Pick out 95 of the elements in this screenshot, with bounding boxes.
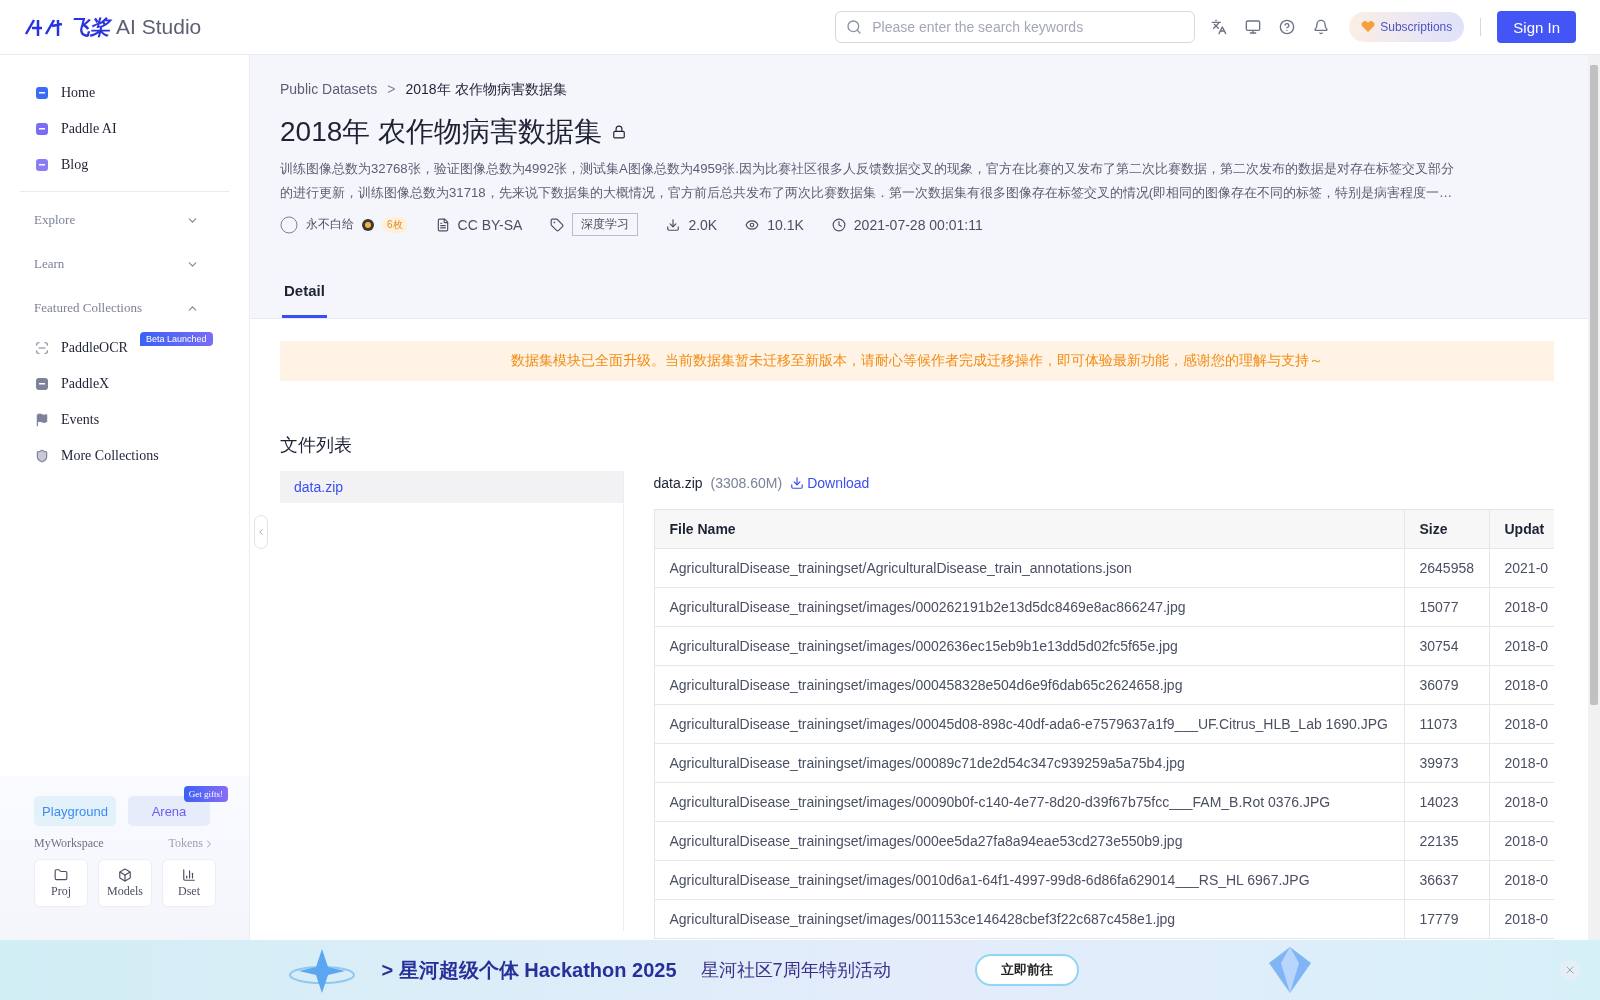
subscriptions-button[interactable]: Subscriptions	[1349, 12, 1465, 42]
table-cell: AgriculturalDisease_trainingset/images/000262191b2e13d5dc8469e8ac866247.jpg	[654, 587, 1404, 627]
view-count: 10.1K	[767, 216, 804, 233]
cube-icon	[118, 867, 132, 882]
banner-headline: > 星河超级个体 Hackathon 2025	[381, 957, 677, 983]
view-icon	[745, 217, 760, 232]
file-item[interactable]: data.zip	[280, 471, 623, 503]
collapse-handle[interactable]	[254, 515, 268, 549]
table-cell: AgriculturalDisease_trainingset/images/000ee5da27fa8a94eae53cd273e550b9.jpg	[654, 821, 1404, 861]
sidebar-item[interactable]: Events	[20, 402, 229, 438]
table-cell: 2018-0	[1489, 626, 1554, 666]
table-cell: AgriculturalDisease_trainingset/AgriculturalDisease_train_annotations.json	[654, 548, 1404, 588]
folder-icon	[54, 867, 68, 882]
sidebar-item[interactable]: Home	[20, 75, 229, 111]
sign-in-button[interactable]: Sign In	[1497, 11, 1576, 43]
table-cell: 36637	[1404, 860, 1489, 900]
description-line: 的进行更新，训练图像总数为31718，先来说下数据集的大概情况，官方前后总共发布了两次比赛数据集．第一次数据集有很多图像存在标签交叉的情况(即相同的图像存在不同的标签，特别是病害程度一…	[280, 184, 1454, 202]
table-cell: 2018-0	[1489, 899, 1554, 939]
section-header[interactable]: Featured Collections	[20, 286, 229, 330]
lock-icon	[612, 125, 627, 139]
download-icon	[666, 217, 681, 232]
banner-button[interactable]: 立即前往	[974, 954, 1079, 986]
flag-icon	[35, 413, 49, 427]
banner-subline: 星河社区7周年特别活动	[700, 959, 891, 982]
author-name[interactable]: 永不白给	[306, 216, 354, 233]
column-header: File Name	[654, 509, 1404, 549]
table-cell: 2018-0	[1489, 860, 1554, 900]
avatar-icon	[280, 215, 298, 234]
clock-icon	[831, 217, 846, 232]
section-header[interactable]: Explore	[20, 198, 229, 242]
table-cell: 2018-0	[1489, 587, 1554, 627]
date-text: 2021-07-28 00:01:11	[853, 216, 983, 233]
column-header: Size	[1404, 509, 1489, 549]
table-cell: AgriculturalDisease_trainingset/images/00045d08-898c-40df-ada6-e7579637a1f9___UF.Citrus_HLB_Lab 1690.JPG	[654, 704, 1404, 744]
table-cell: 2018-0	[1489, 665, 1554, 705]
table-cell: 2018-0	[1489, 821, 1554, 861]
workspace-title: MyWorkspace	[34, 836, 104, 851]
medal-badge: 6枚	[382, 216, 408, 233]
tag-label: 深度学习	[572, 213, 639, 236]
tag-icon	[550, 217, 565, 232]
workspace-card[interactable]: Models	[98, 859, 152, 907]
table-cell: 2018-0	[1489, 743, 1554, 783]
table-cell: 22135	[1404, 821, 1489, 861]
table-cell: 11073	[1404, 704, 1489, 744]
scrollbar-thumb[interactable]	[1590, 65, 1598, 705]
file-size: (3308.60M)	[710, 475, 783, 491]
table-cell: AgriculturalDisease_trainingset/images/00089c71de2d54c347c939259a5a75b4.jpg	[654, 743, 1404, 783]
table-cell: 36079	[1404, 665, 1489, 705]
table-cell: AgriculturalDisease_trainingset/images/00090b0f-c140-4e77-8d20-d39f67b75fcc___FAM_B.Rot 0376.JPG	[654, 782, 1404, 822]
file-name: data.zip	[653, 475, 703, 491]
table-cell: 2021-0	[1489, 548, 1554, 588]
breadcrumb-current: 2018年 农作物病害数据集	[405, 81, 567, 99]
dataset-title: 2018年 农作物病害数据集	[280, 115, 603, 149]
workspace-card[interactable]: Proj	[34, 859, 88, 907]
scan-icon	[35, 341, 49, 355]
logo-text: AI Studio	[116, 15, 202, 39]
table-cell: 15077	[1404, 587, 1489, 627]
sidebar-item[interactable]: PaddleX	[20, 366, 229, 402]
table-cell: 2018-0	[1489, 782, 1554, 822]
license-text: CC BY-SA	[457, 216, 523, 233]
sidebar-item[interactable]: Paddle AI	[20, 111, 229, 147]
beta-badge: Beta Launched	[140, 332, 213, 346]
table-cell: 2645958	[1404, 548, 1489, 588]
section-title: 文件列表	[280, 434, 353, 457]
search-icon	[846, 19, 863, 35]
column-header: Updat	[1489, 509, 1554, 549]
workspace-card[interactable]: Dset	[162, 859, 216, 907]
breadcrumb-link[interactable]: Public Datasets	[280, 81, 378, 99]
medal-icon	[362, 218, 374, 231]
notice-banner: 数据集模块已全面升级。当前数据集暂未迁移至新版本，请耐心等候作者完成迁移操作，即可体验最新功能，感谢您的理解与支持～	[280, 341, 1554, 381]
sidebar-item[interactable]: PaddleOCR Beta Launched	[20, 330, 229, 366]
description-line: 训练图像总数为32768张，验证图像总数为4992张，测试集A图像总数为4959张.因为比赛社区很多人反馈数据交叉的现象，官方在比赛的又发布了第二次比赛数据，第二次发布的数据是对存在标签交叉部分	[280, 160, 1455, 178]
breadcrumb-separator: >	[387, 81, 396, 99]
table-cell: 17779	[1404, 899, 1489, 939]
shield-icon	[35, 449, 49, 463]
download-icon	[790, 476, 805, 490]
download-count: 2.0K	[688, 216, 718, 233]
table-cell: 2018-0	[1489, 704, 1554, 744]
table-cell: AgriculturalDisease_trainingset/images/001153ce146428cbef3f22c687c458e1.jpg	[654, 899, 1404, 939]
table-cell: 30754	[1404, 626, 1489, 666]
bar-chart-icon	[182, 867, 196, 882]
license-icon	[435, 217, 450, 232]
table-cell: 14023	[1404, 782, 1489, 822]
table-cell: 39973	[1404, 743, 1489, 783]
sidebar-item[interactable]: More Collections	[20, 438, 229, 474]
section-header[interactable]: Learn	[20, 242, 229, 286]
crystal-drawing	[1266, 945, 1313, 995]
table-cell: AgriculturalDisease_trainingset/images/0010d6a1-64f1-4997-99d8-6d86fa629014___RS_HL 6967.JPG	[654, 860, 1404, 900]
download-link[interactable]: Download	[790, 475, 870, 491]
sidebar-item[interactable]: Blog	[20, 147, 229, 183]
gift-badge: Get gifts!	[183, 786, 228, 802]
heart-icon	[1361, 21, 1376, 33]
search-field[interactable]: Please enter the search keywords	[835, 11, 1196, 43]
table-cell: AgriculturalDisease_trainingset/images/0002636ec15eb9b1e13dd5d02fc5f65e.jpg	[654, 626, 1404, 666]
table-cell: AgriculturalDisease_trainingset/images/000458328e504d6e9f6dab65c2624658.jpg	[654, 665, 1404, 705]
